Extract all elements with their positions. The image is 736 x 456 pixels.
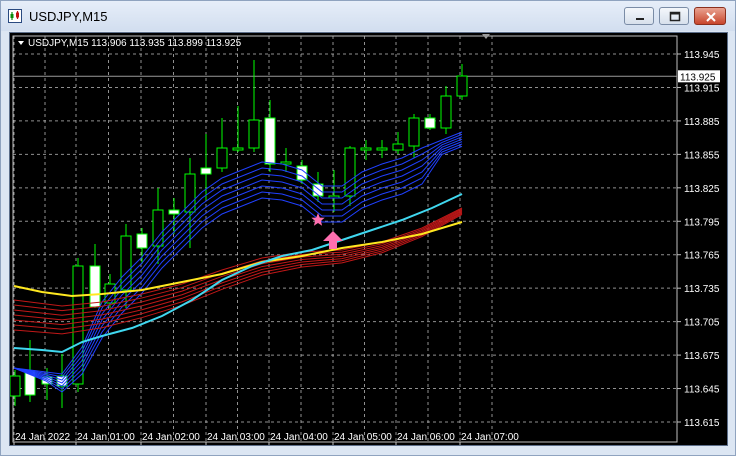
minimize-button[interactable] (624, 7, 654, 25)
price-label: 113.735 (684, 284, 720, 295)
price-label: 113.615 (684, 418, 720, 429)
chart-app-icon (8, 9, 22, 23)
candle-body-bear (136, 233, 148, 249)
price-chart[interactable]: 113.945 113.915 113.885 113.855 113.825 113.7… (9, 32, 728, 446)
candle-body-bear (264, 117, 276, 165)
candle-body-bear (424, 117, 436, 129)
candle-body-bear (200, 167, 212, 175)
current-price-label: 113.925 (680, 72, 716, 83)
time-label: 24 Jan 05:00 (334, 432, 392, 443)
candle-body-bull (232, 147, 244, 151)
time-label: 24 Jan 01:00 (77, 432, 135, 443)
time-label: 24 Jan 04:00 (270, 432, 328, 443)
close-icon (706, 12, 716, 22)
candle-body-bear (89, 265, 101, 308)
maximize-button[interactable] (659, 7, 689, 25)
maximize-icon (669, 11, 681, 22)
price-label: 113.855 (684, 150, 720, 161)
candle-body-bull (216, 147, 228, 169)
price-label: 113.675 (684, 351, 720, 362)
candle-body-bull (248, 119, 260, 149)
time-label: 24 Jan 06:00 (397, 432, 455, 443)
price-label: 113.885 (684, 117, 720, 128)
price-label: 113.825 (684, 184, 720, 195)
price-label: 113.915 (684, 83, 720, 94)
title-bar[interactable]: USDJPY,M15 (1, 1, 735, 31)
price-label: 113.765 (684, 251, 720, 262)
price-label: 113.945 (684, 50, 720, 61)
minimize-icon (636, 18, 644, 20)
candle-body-bull (392, 143, 404, 151)
time-label: 24 Jan 07:00 (461, 432, 519, 443)
candle-body-bull (440, 95, 452, 129)
time-label: 24 Jan 03:00 (207, 432, 265, 443)
candle-body-bear (168, 209, 180, 215)
candle-body-bull (456, 75, 468, 97)
candle-body-bull (376, 147, 388, 151)
price-label: 113.645 (684, 385, 720, 396)
candle-body-bull (408, 117, 420, 147)
candle-body-bull (9, 375, 21, 397)
candle-body-bull (360, 147, 372, 151)
chart-header: USDJPY,M15 113.906 113.935 113.899 113.9… (28, 38, 242, 49)
time-label: 24 Jan 02:00 (142, 432, 200, 443)
time-label: 24 Jan 2022 (15, 432, 70, 443)
candle-body-bull (72, 265, 84, 385)
close-button[interactable] (694, 7, 726, 25)
price-label: 113.705 (684, 318, 720, 329)
chart-window: USDJPY,M15 113.945 113.915 113.885 113.855 1… (0, 0, 736, 456)
chart-canvas[interactable]: 113.945 113.915 113.885 113.855 113.825 113.7… (9, 33, 727, 445)
price-label: 113.795 (684, 217, 720, 228)
window-title: USDJPY,M15 (29, 9, 108, 24)
